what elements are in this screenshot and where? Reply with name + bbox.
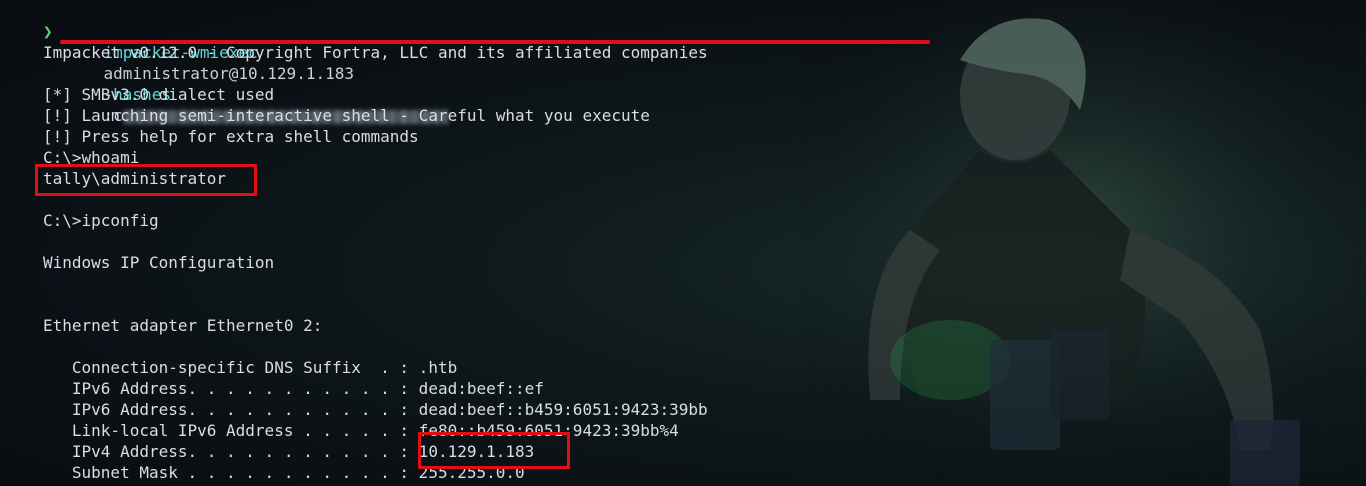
output-line: Link-local IPv6 Address . . . . . : fe80…	[43, 421, 679, 440]
prompt-arrow-icon: ❯	[43, 22, 53, 41]
background-artwork	[800, 0, 1366, 486]
output-line: Connection-specific DNS Suffix . : .htb	[43, 358, 458, 377]
output-line: Ethernet adapter Ethernet0 2:	[43, 316, 323, 335]
command-target: administrator@10.129.1.183	[103, 64, 354, 83]
highlight-box-whoami	[35, 164, 257, 196]
output-line: [!] Press help for extra shell commands	[43, 127, 419, 146]
command-line[interactable]: impacket-wmiexec administrator@10.129.1.…	[65, 21, 448, 125]
terminal-window[interactable]: ❯ impacket-wmiexec administrator@10.129.…	[0, 0, 1366, 486]
output-line: Impacket v0.12.0 - Copyright Fortra, LLC…	[43, 43, 708, 62]
output-line: C:\>ipconfig	[43, 211, 159, 230]
output-line: Windows IP Configuration	[43, 253, 275, 272]
output-line: [*] SMBv3.0 dialect used	[43, 85, 275, 104]
output-line: IPv6 Address. . . . . . . . . . . : dead…	[43, 379, 544, 398]
output-line: IPv6 Address. . . . . . . . . . . : dead…	[43, 400, 708, 419]
highlight-box-ipv4	[418, 432, 570, 469]
output-line: [!] Launching semi-interactive shell - C…	[43, 106, 650, 125]
